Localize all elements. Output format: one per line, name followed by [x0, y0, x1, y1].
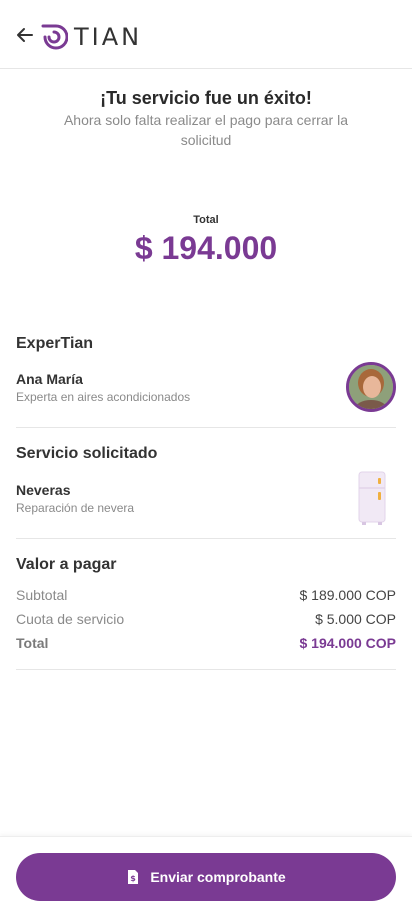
back-button[interactable] — [14, 24, 36, 46]
divider — [16, 669, 396, 670]
receipt-icon: $ — [128, 870, 139, 884]
send-receipt-label: Enviar comprobante — [150, 869, 286, 885]
total-row: Total $ 194.000 COP — [16, 635, 396, 651]
subtotal-row: Subtotal $ 189.000 COP — [16, 587, 396, 603]
expert-section-title: ExperTian — [16, 335, 94, 352]
service-description: Reparación de nevera — [16, 501, 135, 515]
fridge-icon — [356, 470, 388, 526]
logo-text: TIAN — [74, 23, 143, 51]
payment-total-value: $ 194.000 COP — [299, 635, 396, 651]
expert-description: Experta en aires acondicionados — [16, 390, 191, 404]
tian-logo: TIAN — [40, 22, 142, 52]
total-label: Total — [193, 214, 219, 226]
subtotal-label: Subtotal — [16, 587, 68, 603]
svg-text:$: $ — [131, 874, 137, 883]
service-fee-row: Cuota de servicio $ 5.000 COP — [16, 611, 396, 627]
send-receipt-button[interactable]: $ Enviar comprobante — [16, 853, 396, 901]
success-title: ¡Tu servicio fue un éxito! — [100, 88, 312, 108]
success-subtitle: Ahora solo falta realizar el pago para c… — [63, 112, 349, 148]
service-fee-value: $ 5.000 COP — [315, 611, 396, 627]
app-header: TIAN — [0, 0, 412, 69]
tian-logo-icon — [41, 24, 68, 50]
subtotal-value: $ 189.000 COP — [299, 587, 396, 603]
expert-name: Ana María — [16, 371, 83, 387]
service-fee-label: Cuota de servicio — [16, 611, 125, 627]
total-amount: $ 194.000 — [134, 230, 278, 266]
payment-section-title: Valor a pagar — [16, 556, 117, 573]
arrow-left-icon — [17, 28, 33, 42]
service-name: Neveras — [16, 482, 71, 498]
divider — [16, 427, 396, 428]
divider — [16, 538, 396, 539]
service-section-title: Servicio solicitado — [16, 445, 158, 462]
expert-avatar — [346, 362, 396, 412]
payment-total-label: Total — [16, 635, 49, 651]
